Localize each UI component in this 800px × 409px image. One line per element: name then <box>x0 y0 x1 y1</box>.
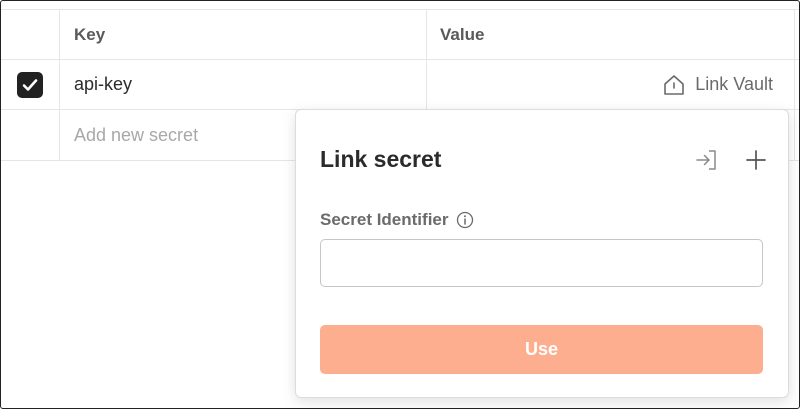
add-new-secret-placeholder: Add new secret <box>74 124 199 145</box>
use-button[interactable]: Use <box>320 325 763 374</box>
link-secret-popover: Link secret Secret Identifier Use <box>295 109 789 398</box>
link-existing-button[interactable] <box>692 146 720 174</box>
vault-icon <box>664 74 685 95</box>
row-select-cell <box>1 60 60 109</box>
column-header-key: Key <box>74 24 106 44</box>
popover-title: Link secret <box>320 146 442 172</box>
row-checkbox[interactable] <box>17 71 43 98</box>
header-key-cell: Key <box>60 10 427 59</box>
popover-actions <box>692 146 770 174</box>
header-select-cell <box>1 10 60 59</box>
link-vault-label: Link Vault <box>695 74 773 94</box>
column-header-value: Value <box>440 24 485 44</box>
link-vault-button[interactable]: Link Vault <box>662 74 773 96</box>
add-secret-button[interactable] <box>742 146 770 174</box>
add-row-select-cell <box>1 110 60 160</box>
secret-identifier-input[interactable] <box>320 239 763 287</box>
info-icon[interactable] <box>456 211 474 229</box>
check-icon <box>22 78 38 91</box>
secret-identifier-label: Secret Identifier <box>320 210 474 230</box>
secret-identifier-label-text: Secret Identifier <box>320 210 449 229</box>
table-header-row: Key Value <box>1 9 799 60</box>
row-value-cell: Link Vault <box>427 60 795 109</box>
table-row: api-key Link Vault <box>1 60 799 110</box>
secrets-panel: Key Value api-key Link Vault Add new sec… <box>0 0 800 409</box>
sign-in-icon <box>696 150 716 170</box>
header-value-cell: Value <box>427 10 795 59</box>
secret-key-text: api-key <box>74 74 133 94</box>
row-key-cell[interactable]: api-key <box>60 60 427 109</box>
plus-icon <box>746 150 766 170</box>
